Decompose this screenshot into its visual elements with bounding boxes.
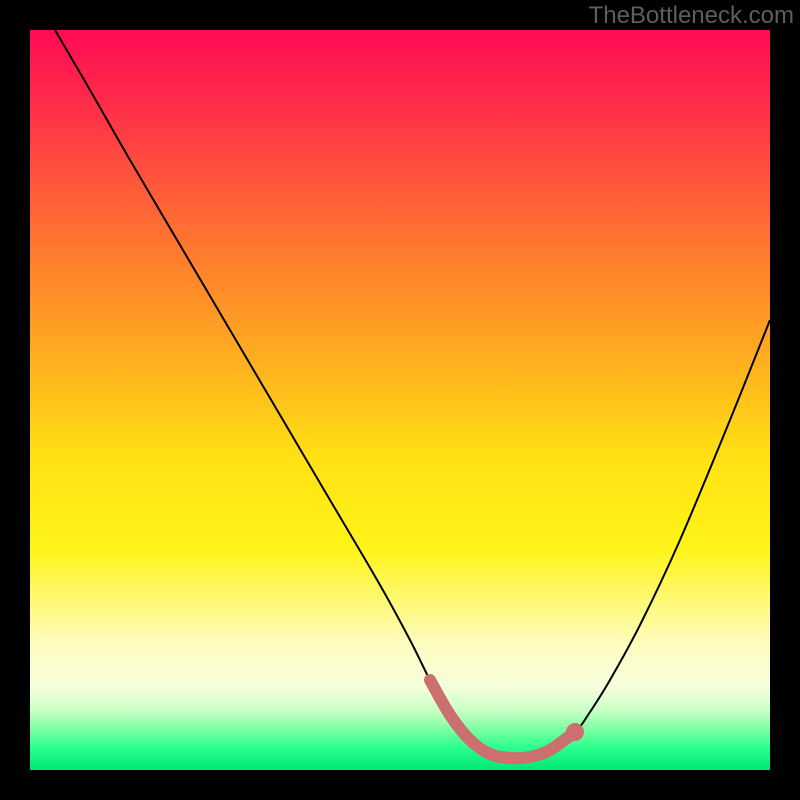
watermark-label: TheBottleneck.com bbox=[589, 2, 794, 30]
bottleneck-curve bbox=[55, 30, 770, 758]
curve-svg bbox=[30, 30, 770, 770]
valley-dot bbox=[566, 723, 584, 741]
chart-frame: TheBottleneck.com bbox=[0, 0, 800, 800]
valley-highlight bbox=[430, 680, 575, 758]
plot-area bbox=[30, 30, 770, 770]
